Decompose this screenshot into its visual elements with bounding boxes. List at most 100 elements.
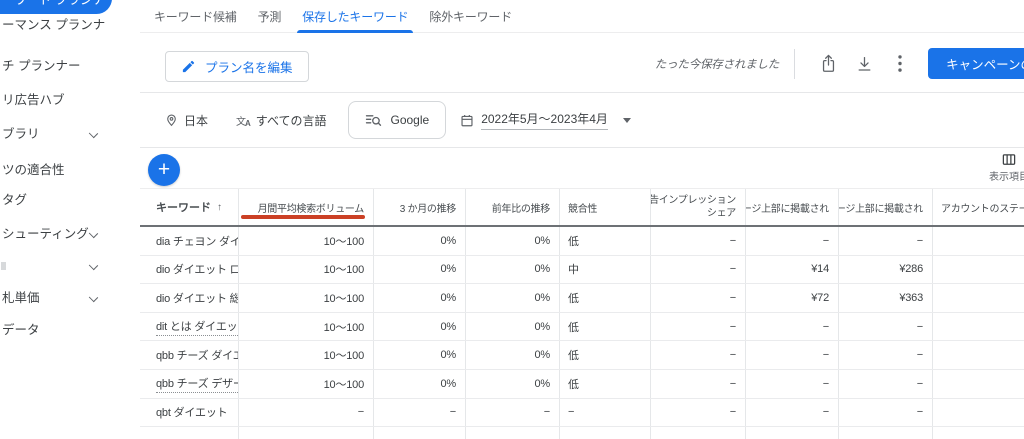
chevron-down-icon [88, 260, 99, 271]
table-row[interactable]: dia チェヨン ダイ... 10～100 0% 0% 低 − − − [140, 227, 1024, 256]
tab-bar: キーワード候補 予測 保存したキーワード 除外キーワード [140, 0, 1024, 33]
top-bid-low-cell: − [745, 369, 838, 398]
share-button[interactable] [816, 52, 840, 76]
column-header-account-status[interactable]: アカウントのステータス [932, 189, 1024, 225]
top-bid-high-cell: − [838, 398, 932, 427]
column-header-top-of-page-bid-high[interactable]: ページ上部に掲載され [838, 189, 932, 225]
tab-forecast[interactable]: 予測 [258, 0, 282, 33]
table-row[interactable]: qbb チーズ ダイエ... 10～100 0% 0% 低 − − − [140, 341, 1024, 370]
translate-icon: 文A [236, 116, 251, 128]
table-toolbar: + 表示項目 [140, 148, 1024, 188]
keyword-cell[interactable]: dit とは ダイエット [156, 318, 238, 336]
competition-cell: 低 [559, 369, 650, 398]
trend-yoy-cell: 0% [465, 227, 559, 255]
volume-cell: 10～100 [238, 312, 373, 341]
date-range-value: 2022年5月～2023年4月 [481, 110, 608, 130]
trend-yoy-cell: 0% [465, 255, 559, 284]
keyword-cell: dio ダイエット 総額 [156, 292, 238, 305]
network-selector[interactable]: Google [348, 101, 447, 139]
date-range-selector[interactable]: 2022年5月～2023年4月 [460, 110, 631, 130]
keyword-cell: dia チェヨン ダイ... [156, 235, 238, 248]
account-status-cell [932, 369, 1024, 398]
sidebar-item-ads-hub[interactable]: リ広告ハブ [0, 91, 138, 109]
language-filter-value: すべての言語 [255, 113, 327, 128]
table-row[interactable]: qbt ダイエット − − − − − − − [140, 398, 1024, 428]
sidebar-item-keyword-planner-active[interactable]: キーワード プランナ [0, 0, 112, 14]
column-header-yoy-change[interactable]: 前年比の推移 [465, 189, 559, 225]
sidebar-item-content-suitability[interactable]: ツの適合性 [0, 161, 138, 179]
column-header-avg-monthly-searches[interactable]: 月間平均検索ボリューム [238, 189, 373, 225]
edit-plan-name-button[interactable]: プラン名を編集 [165, 51, 309, 82]
sidebar-item-troubleshooting[interactable]: シューティング [0, 225, 138, 243]
impression-share-cell: − [650, 369, 745, 398]
columns-icon [1001, 152, 1017, 167]
trend-3m-cell: 0% [373, 284, 465, 312]
add-keywords-fab[interactable]: + [148, 154, 180, 186]
table-row[interactable]: dio ダイエット ロ... 10～100 0% 0% 中 − ¥14 ¥286 [140, 255, 1024, 285]
download-button[interactable] [852, 52, 876, 76]
table-row[interactable]: dio ダイエット 総額 10～100 0% 0% 低 − ¥72 ¥363 [140, 284, 1024, 313]
column-header-competition[interactable]: 競合性 [559, 189, 650, 225]
column-header-3month-change[interactable]: 3 か月の推移 [373, 189, 465, 225]
volume-cell: 10～100 [238, 284, 373, 312]
sidebar-item-reach-planner[interactable]: チ プランナー [0, 57, 138, 75]
tab-negative-keywords[interactable]: 除外キーワード [429, 0, 512, 33]
plan-toolbar: プラン名を編集 たった今保存されました キャンペーンの作成 [140, 33, 1024, 93]
sidebar-item-data[interactable]: データ [0, 321, 138, 339]
impression-share-cell: − [650, 398, 745, 427]
sidebar-item-bids[interactable]: 札単価 [0, 289, 138, 307]
vertical-divider [794, 48, 796, 79]
calendar-icon [460, 113, 474, 128]
sort-ascending-icon: ↑ [217, 201, 222, 213]
table-row[interactable]: qbb チーズ デザー... 10～100 0% 0% 低 − − − [140, 369, 1024, 399]
more-options-button[interactable] [888, 52, 912, 76]
sidebar-item-unlabeled[interactable] [0, 257, 138, 275]
toolbar-right-group: たった今保存されました キャンペーンの作成 [655, 48, 1024, 79]
filter-bar: 日本 文A すべての言語 Google 2022年5月～2023年4月 [140, 93, 1024, 148]
sidebar-active-label: キーワード プランナ [0, 0, 105, 7]
top-bid-low-cell: − [745, 312, 838, 341]
trend-3m-cell: 0% [373, 227, 465, 255]
chevron-down-icon [88, 228, 99, 239]
trend-3m-cell: 0% [373, 312, 465, 341]
competition-cell: 低 [559, 341, 650, 369]
competition-cell: 低 [559, 312, 650, 341]
volume-cell: 10～100 [238, 369, 373, 398]
clipped-text-fragment [1, 262, 6, 270]
column-header-top-of-page-bid-low[interactable]: ページ上部に掲載され [745, 189, 838, 225]
table-row[interactable]: dit とは ダイエット 10～100 0% 0% 低 − − − [140, 312, 1024, 342]
account-status-cell [932, 227, 1024, 255]
table-row-partial [140, 427, 1024, 439]
column-header-ad-impression-share[interactable]: 広告インプレッション シェア [650, 189, 745, 225]
language-filter[interactable]: 文A すべての言語 [236, 112, 326, 129]
table-body: dia チェヨン ダイ... 10～100 0% 0% 低 − − − dio … [140, 227, 1024, 439]
top-bid-low-cell: − [745, 227, 838, 255]
sidebar-item-tag[interactable]: タグ [0, 191, 138, 209]
trend-yoy-cell: − [465, 398, 559, 427]
top-bid-high-cell: ¥286 [838, 255, 932, 284]
keyword-cell: qbt ダイエット [156, 407, 228, 420]
volume-cell: − [238, 398, 373, 427]
columns-control-label: 表示項目 [989, 172, 1024, 183]
top-bid-high-cell: − [838, 227, 932, 255]
tab-saved-keywords[interactable]: 保存したキーワード [297, 0, 414, 33]
columns-control[interactable]: 表示項目 [974, 152, 1024, 183]
volume-cell: 10～100 [238, 227, 373, 255]
trend-3m-cell: 0% [373, 341, 465, 369]
account-status-cell [932, 341, 1024, 369]
annotation-red-underline [241, 215, 365, 219]
top-bid-low-cell: ¥14 [745, 255, 838, 284]
competition-cell: 低 [559, 284, 650, 312]
impression-share-cell: − [650, 341, 745, 369]
tab-keyword-ideas[interactable]: キーワード候補 [154, 0, 237, 33]
keyword-cell[interactable]: qbb チーズ デザー... [156, 375, 238, 393]
keyword-cell: dio ダイエット ロ... [156, 264, 238, 277]
top-bid-low-cell: ¥72 [745, 284, 838, 312]
sidebar-item-performance-planner[interactable]: ーマンス プランナ [0, 16, 138, 34]
column-header-keyword[interactable]: キーワード ↑ [140, 189, 238, 225]
chevron-down-icon [88, 128, 99, 139]
sidebar-item-library[interactable]: ブラリ [0, 125, 138, 143]
create-campaign-button[interactable]: キャンペーンの作成 [928, 48, 1024, 79]
location-pin-icon [165, 113, 178, 128]
location-filter[interactable]: 日本 [165, 112, 208, 129]
